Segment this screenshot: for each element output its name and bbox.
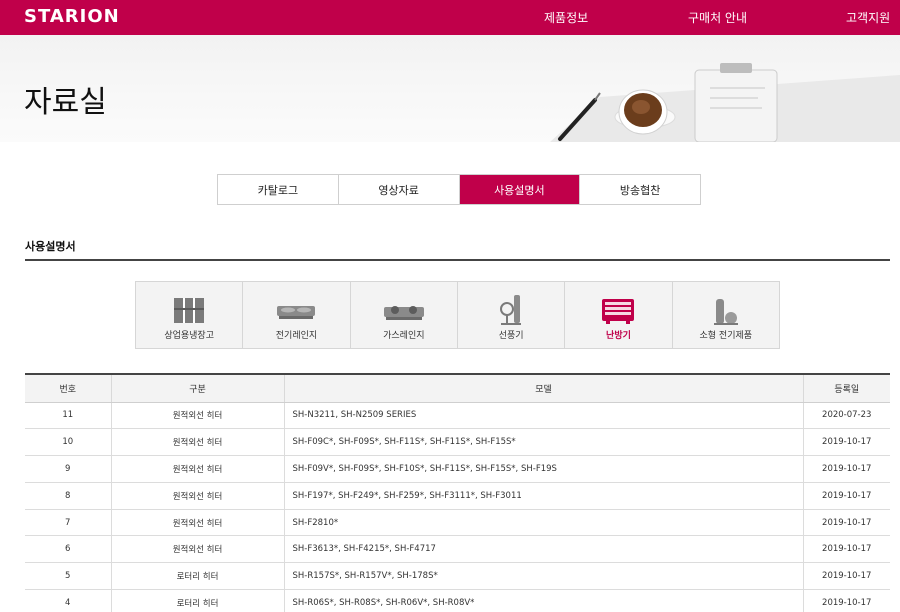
row-model-link[interactable]: SH-F09V*, SH-F09S*, SH-F10S*, SH-F11S*, … bbox=[283, 455, 803, 483]
table-row[interactable]: 4 로터리 히터 SH-R06S*, SH-R08S*, SH-R06V*, S… bbox=[25, 589, 890, 612]
row-date: 2019-10-17 bbox=[802, 589, 890, 612]
tab-catalog[interactable]: 카탈로그 bbox=[218, 175, 339, 204]
manual-list-table: 번호 구분 모델 등록일 11 원적외선 히터 SH-N3211, SH-N25… bbox=[25, 373, 890, 612]
table-row[interactable]: 9 원적외선 히터 SH-F09V*, SH-F09S*, SH-F10S*, … bbox=[25, 455, 890, 483]
row-category: 로터리 히터 bbox=[110, 562, 284, 591]
row-model-link[interactable]: SH-F09C*, SH-F09S*, SH-F11S*, SH-F11S*, … bbox=[283, 428, 803, 457]
section-divider bbox=[25, 259, 890, 261]
row-date: 2019-10-17 bbox=[802, 428, 890, 457]
category-label: 상업용냉장고 bbox=[164, 331, 214, 341]
row-number: 9 bbox=[25, 455, 111, 483]
small-appliance-icon bbox=[713, 299, 738, 325]
row-category: 원적외선 히터 bbox=[110, 535, 284, 564]
row-date: 2019-10-17 bbox=[802, 455, 890, 483]
row-category: 원적외선 히터 bbox=[110, 482, 284, 510]
category-electric-range[interactable]: 전기레인지 bbox=[243, 282, 351, 348]
row-category: 원적외선 히터 bbox=[110, 509, 284, 537]
starion-logo[interactable]: STARION bbox=[24, 6, 120, 27]
column-header-category: 구분 bbox=[110, 373, 284, 403]
nav-product-info[interactable]: 제품정보 bbox=[544, 9, 588, 26]
table-row[interactable]: 8 원적외선 히터 SH-F197*, SH-F249*, SH-F259*, … bbox=[25, 482, 890, 510]
nav-store-guide[interactable]: 구매처 안내 bbox=[688, 9, 747, 26]
row-model-link[interactable]: SH-N3211, SH-N2509 SERIES bbox=[283, 402, 803, 430]
row-number: 11 bbox=[25, 402, 111, 430]
table-row[interactable]: 6 원적외선 히터 SH-F3613*, SH-F4215*, SH-F4717… bbox=[25, 535, 890, 564]
fan-icon bbox=[500, 295, 522, 325]
section-title: 사용설명서 bbox=[25, 240, 76, 253]
row-model-link[interactable]: SH-F3613*, SH-F4215*, SH-F4717 bbox=[283, 535, 803, 564]
tab-manual[interactable]: 사용설명서 bbox=[459, 175, 581, 204]
row-number: 6 bbox=[25, 535, 111, 564]
table-header-row: 번호 구분 모델 등록일 bbox=[25, 373, 890, 403]
column-header-number: 번호 bbox=[25, 373, 111, 403]
row-number: 10 bbox=[25, 428, 111, 457]
top-navigation-bar: STARION 제품정보 구매처 안내 고객지원 bbox=[0, 0, 900, 35]
nav-customer-support[interactable]: 고객지원 bbox=[846, 9, 890, 26]
row-date: 2020-07-23 bbox=[802, 402, 890, 430]
heater-icon bbox=[602, 299, 635, 324]
category-label: 전기레인지 bbox=[275, 331, 318, 341]
category-label: 소형 전기제품 bbox=[699, 331, 753, 341]
row-number: 5 bbox=[25, 562, 111, 591]
row-number: 4 bbox=[25, 589, 111, 612]
category-fan[interactable]: 선풍기 bbox=[458, 282, 566, 348]
table-row[interactable]: 5 로터리 히터 SH-R157S*, SH-R157V*, SH-178S* … bbox=[25, 562, 890, 591]
page-title: 자료실 bbox=[24, 85, 107, 120]
row-model-link[interactable]: SH-F197*, SH-F249*, SH-F259*, SH-F3111*,… bbox=[283, 482, 803, 510]
column-header-model: 모델 bbox=[283, 373, 803, 403]
row-date: 2019-10-17 bbox=[802, 482, 890, 510]
category-label: 난방기 bbox=[606, 331, 631, 341]
category-gas-range[interactable]: 가스레인지 bbox=[351, 282, 458, 348]
desk-photo-illustration bbox=[550, 63, 900, 142]
table-row[interactable]: 11 원적외선 히터 SH-N3211, SH-N2509 SERIES 202… bbox=[25, 402, 890, 430]
electric-range-icon bbox=[277, 306, 316, 319]
category-label: 가스레인지 bbox=[383, 331, 425, 341]
row-category: 원적외선 히터 bbox=[110, 402, 284, 430]
row-model-link[interactable]: SH-R157S*, SH-R157V*, SH-178S* bbox=[283, 562, 803, 591]
row-model-link[interactable]: SH-F2810* bbox=[283, 509, 803, 537]
archive-tabs: 카탈로그 영상자료 사용설명서 방송협찬 bbox=[217, 174, 701, 205]
row-category: 로터리 히터 bbox=[110, 589, 284, 612]
column-header-date: 등록일 bbox=[802, 373, 890, 403]
category-commercial-fridge[interactable]: 상업용냉장고 bbox=[136, 282, 244, 348]
category-small-appliance[interactable]: 소형 전기제품 bbox=[673, 282, 779, 348]
category-label: 선풍기 bbox=[498, 331, 524, 341]
row-category: 원적외선 히터 bbox=[110, 455, 284, 483]
hero-banner: 자료실 bbox=[0, 35, 900, 142]
table-row[interactable]: 7 원적외선 히터 SH-F2810* 2019-10-17 bbox=[25, 509, 890, 537]
row-date: 2019-10-17 bbox=[802, 509, 890, 537]
row-category: 원적외선 히터 bbox=[110, 428, 284, 457]
gas-range-icon bbox=[383, 306, 424, 320]
tab-video[interactable]: 영상자료 bbox=[339, 175, 460, 204]
product-category-menu: 상업용냉장고 전기레인지 가스레인지 선풍기 난방기 소형 전기제품 bbox=[135, 281, 780, 349]
row-number: 7 bbox=[25, 509, 111, 537]
table-row[interactable]: 10 원적외선 히터 SH-F09C*, SH-F09S*, SH-F11S*,… bbox=[25, 428, 890, 457]
row-date: 2019-10-17 bbox=[802, 535, 890, 564]
tab-broadcast-sponsorship[interactable]: 방송협찬 bbox=[580, 175, 700, 204]
commercial-fridge-icon bbox=[174, 298, 205, 323]
row-date: 2019-10-17 bbox=[802, 562, 890, 591]
category-heater[interactable]: 난방기 bbox=[565, 282, 673, 348]
row-number: 8 bbox=[25, 482, 111, 510]
row-model-link[interactable]: SH-R06S*, SH-R08S*, SH-R06V*, SH-R08V* bbox=[283, 589, 803, 612]
